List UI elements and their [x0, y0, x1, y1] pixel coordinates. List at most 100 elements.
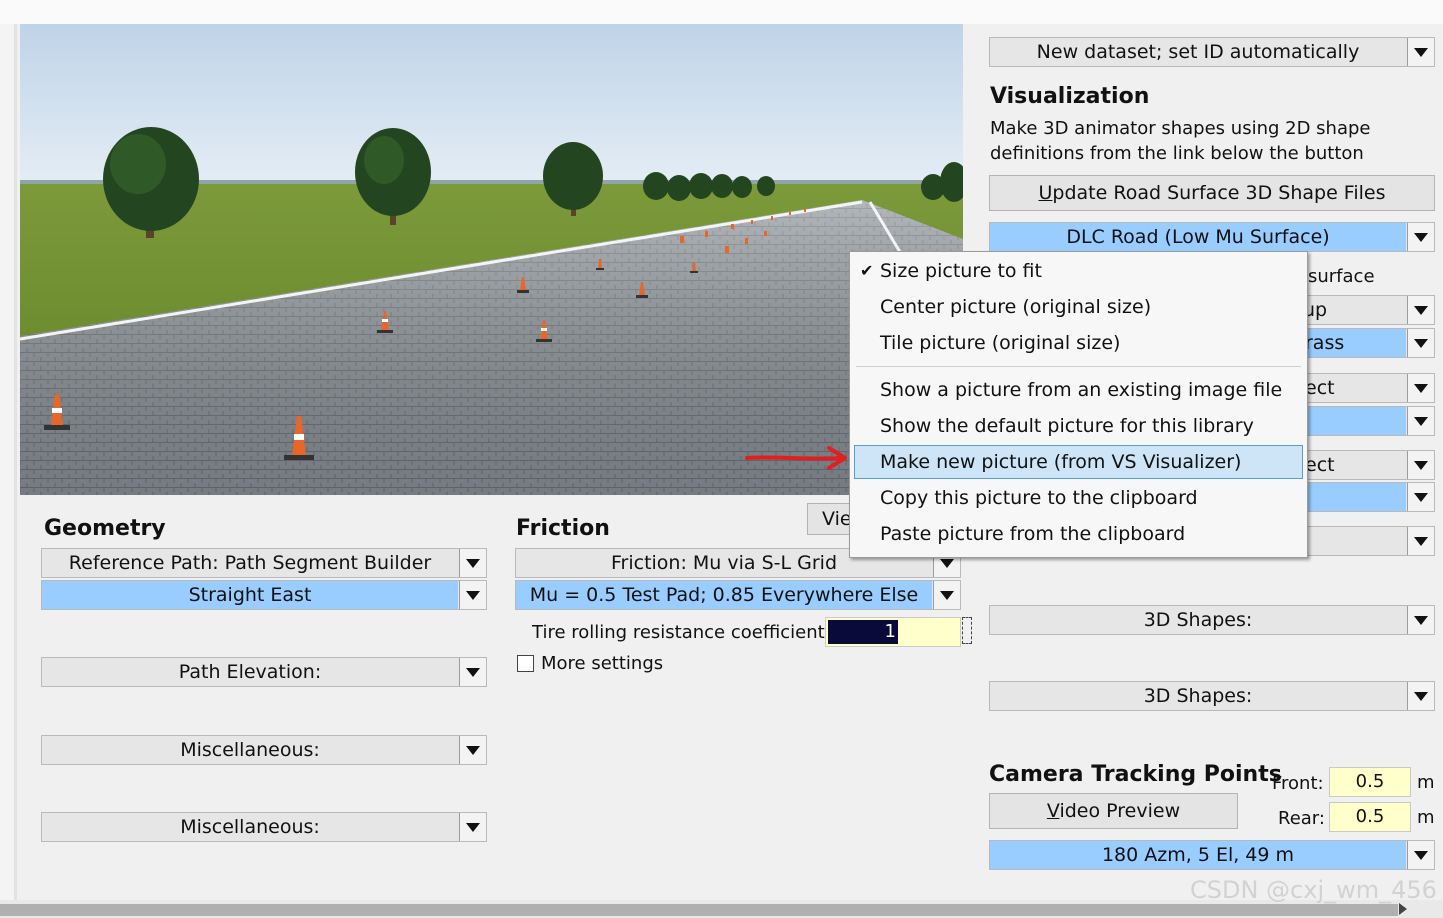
front-label: Front: [1272, 773, 1324, 794]
partial-combo-blue-2-value [1301, 483, 1406, 511]
partial-combo-grass[interactable]: rass [1300, 328, 1435, 358]
dataset-combo[interactable]: New dataset; set ID automatically [989, 37, 1435, 67]
shapes-combo-2[interactable]: 3D Shapes: [989, 681, 1435, 711]
chevron-down-icon[interactable] [1407, 606, 1434, 634]
shapes-combo-1[interactable]: 3D Shapes: [989, 605, 1435, 635]
partial-combo-ect-2[interactable]: ect [1300, 450, 1435, 480]
front-input[interactable]: 0.5 [1329, 767, 1411, 797]
top-strip [0, 0, 1443, 24]
more-settings-checkbox[interactable] [517, 655, 534, 672]
visualization-heading: Visualization [990, 84, 1150, 109]
menu-separator [856, 366, 1301, 367]
scroll-right-icon[interactable] [1399, 903, 1407, 915]
rear-input[interactable]: 0.5 [1329, 802, 1411, 832]
menu-item-label: Center picture (original size) [880, 296, 1152, 318]
chevron-down-icon[interactable] [459, 581, 486, 609]
menu-item-make-new-picture[interactable]: Make new picture (from VS Visualizer) [854, 445, 1303, 479]
menu-item-label: Size picture to fit [880, 260, 1042, 282]
menu-item-label: Show the default picture for this librar… [880, 415, 1254, 437]
menu-item-show-picture-file[interactable]: Show a picture from an existing image fi… [854, 373, 1303, 407]
rolling-resistance-value: 1 [828, 620, 898, 644]
partial-combo-blue-1[interactable] [1300, 406, 1435, 436]
partial-combo-grass-value: rass [1301, 329, 1406, 357]
menu-item-label: Tile picture (original size) [880, 332, 1121, 354]
reference-path-combo[interactable]: Reference Path: Path Segment Builder [41, 548, 487, 578]
update-road-surface-button[interactable]: Update Road Surface 3D Shape Files [989, 175, 1435, 211]
partial-combo-ect-1[interactable]: ect [1300, 373, 1435, 403]
more-settings-label: More settings [541, 653, 664, 674]
update-road-surface-label: Update Road Surface 3D Shape Files [1038, 182, 1386, 204]
chevron-down-icon[interactable] [459, 736, 486, 764]
red-arrow-annotation [745, 446, 847, 470]
path-elevation-combo[interactable]: Path Elevation: [41, 657, 487, 687]
chevron-down-icon[interactable] [1407, 296, 1434, 324]
menu-item-copy-picture[interactable]: Copy this picture to the clipboard [854, 481, 1303, 515]
chevron-down-icon[interactable] [459, 813, 486, 841]
picture-context-menu: ✔ Size picture to fit Center picture (or… [849, 251, 1308, 558]
partial-combo-up[interactable]: up [1300, 295, 1435, 325]
partial-combo-blue-1-value [1301, 407, 1406, 435]
chevron-down-icon[interactable] [1407, 483, 1434, 511]
partial-combo-up-value: up [1303, 299, 1328, 321]
rear-unit: m [1417, 807, 1435, 828]
menu-item-label: Copy this picture to the clipboard [880, 487, 1198, 509]
partial-combo-blue-2[interactable] [1300, 482, 1435, 512]
input-spin-handle[interactable] [962, 617, 972, 644]
partial-combo-ect-1-value: ect [1305, 377, 1335, 399]
shapes-combo-2-value: 3D Shapes: [1143, 685, 1253, 707]
dataset-combo-value: New dataset; set ID automatically [1036, 41, 1360, 63]
road-scene-svg [20, 24, 963, 495]
chevron-down-icon[interactable] [1407, 374, 1434, 402]
straight-east-combo[interactable]: Straight East [41, 580, 487, 610]
rolling-resistance-input[interactable]: 1 [825, 617, 961, 647]
chevron-down-icon[interactable] [1407, 841, 1434, 869]
chevron-down-icon[interactable] [1407, 329, 1434, 357]
chevron-down-icon[interactable] [459, 658, 486, 686]
visualization-desc-line2: definitions from the link below the butt… [990, 143, 1364, 164]
view-button[interactable]: Vie [807, 503, 853, 535]
partial-combo-3-value [1301, 527, 1406, 555]
chevron-down-icon[interactable] [1407, 223, 1434, 251]
menu-item-tile-picture[interactable]: Tile picture (original size) [854, 326, 1303, 360]
camera-combo[interactable]: 180 Azm, 5 El, 49 m [989, 840, 1435, 870]
mu-combo[interactable]: Mu = 0.5 Test Pad; 0.85 Everywhere Else [515, 580, 961, 610]
rolling-resistance-label: Tire rolling resistance coefficient: [532, 622, 831, 643]
reference-path-value: Reference Path: Path Segment Builder [68, 552, 432, 574]
chevron-down-icon[interactable] [1407, 451, 1434, 479]
road-preview-image[interactable] [20, 24, 963, 495]
surface-text-partial: surface [1308, 266, 1375, 287]
road-combo[interactable]: DLC Road (Low Mu Surface) [989, 222, 1435, 252]
menu-item-size-to-fit[interactable]: ✔ Size picture to fit [854, 254, 1303, 288]
straight-east-value: Straight East [42, 581, 458, 609]
scrollbar-thumb[interactable] [0, 904, 1398, 916]
partial-combo-3[interactable] [1300, 526, 1435, 556]
shapes-combo-1-value: 3D Shapes: [1143, 609, 1253, 631]
video-preview-label: Video Preview [1046, 800, 1181, 822]
geometry-heading: Geometry [44, 516, 166, 541]
chevron-down-icon[interactable] [1407, 527, 1434, 555]
menu-item-show-default-picture[interactable]: Show the default picture for this librar… [854, 409, 1303, 443]
visualization-desc-line1: Make 3D animator shapes using 2D shape [990, 118, 1371, 139]
miscellaneous-combo-2[interactable]: Miscellaneous: [41, 812, 487, 842]
path-elevation-value: Path Elevation: [178, 661, 322, 683]
menu-item-label: Show a picture from an existing image fi… [880, 379, 1283, 401]
rear-label: Rear: [1278, 808, 1325, 829]
miscellaneous-combo-1[interactable]: Miscellaneous: [41, 735, 487, 765]
chevron-down-icon[interactable] [1407, 407, 1434, 435]
mu-combo-value: Mu = 0.5 Test Pad; 0.85 Everywhere Else [516, 581, 932, 609]
chevron-down-icon[interactable] [1407, 682, 1434, 710]
chevron-down-icon[interactable] [1407, 38, 1434, 66]
checkmark-icon: ✔ [860, 261, 874, 280]
camera-tracking-heading: Camera Tracking Points [989, 762, 1282, 787]
chevron-down-icon[interactable] [459, 549, 486, 577]
front-unit: m [1417, 772, 1435, 793]
menu-item-center-picture[interactable]: Center picture (original size) [854, 290, 1303, 324]
menu-item-paste-picture[interactable]: Paste picture from the clipboard [854, 517, 1303, 551]
partial-combo-ect-2-value: ect [1305, 454, 1335, 476]
miscellaneous-2-value: Miscellaneous: [180, 816, 320, 838]
view-button-label: Vie [822, 508, 852, 530]
chevron-down-icon[interactable] [933, 581, 960, 609]
menu-item-label: Paste picture from the clipboard [880, 523, 1186, 545]
left-panel-edge [0, 24, 17, 900]
video-preview-button[interactable]: Video Preview [989, 793, 1238, 829]
